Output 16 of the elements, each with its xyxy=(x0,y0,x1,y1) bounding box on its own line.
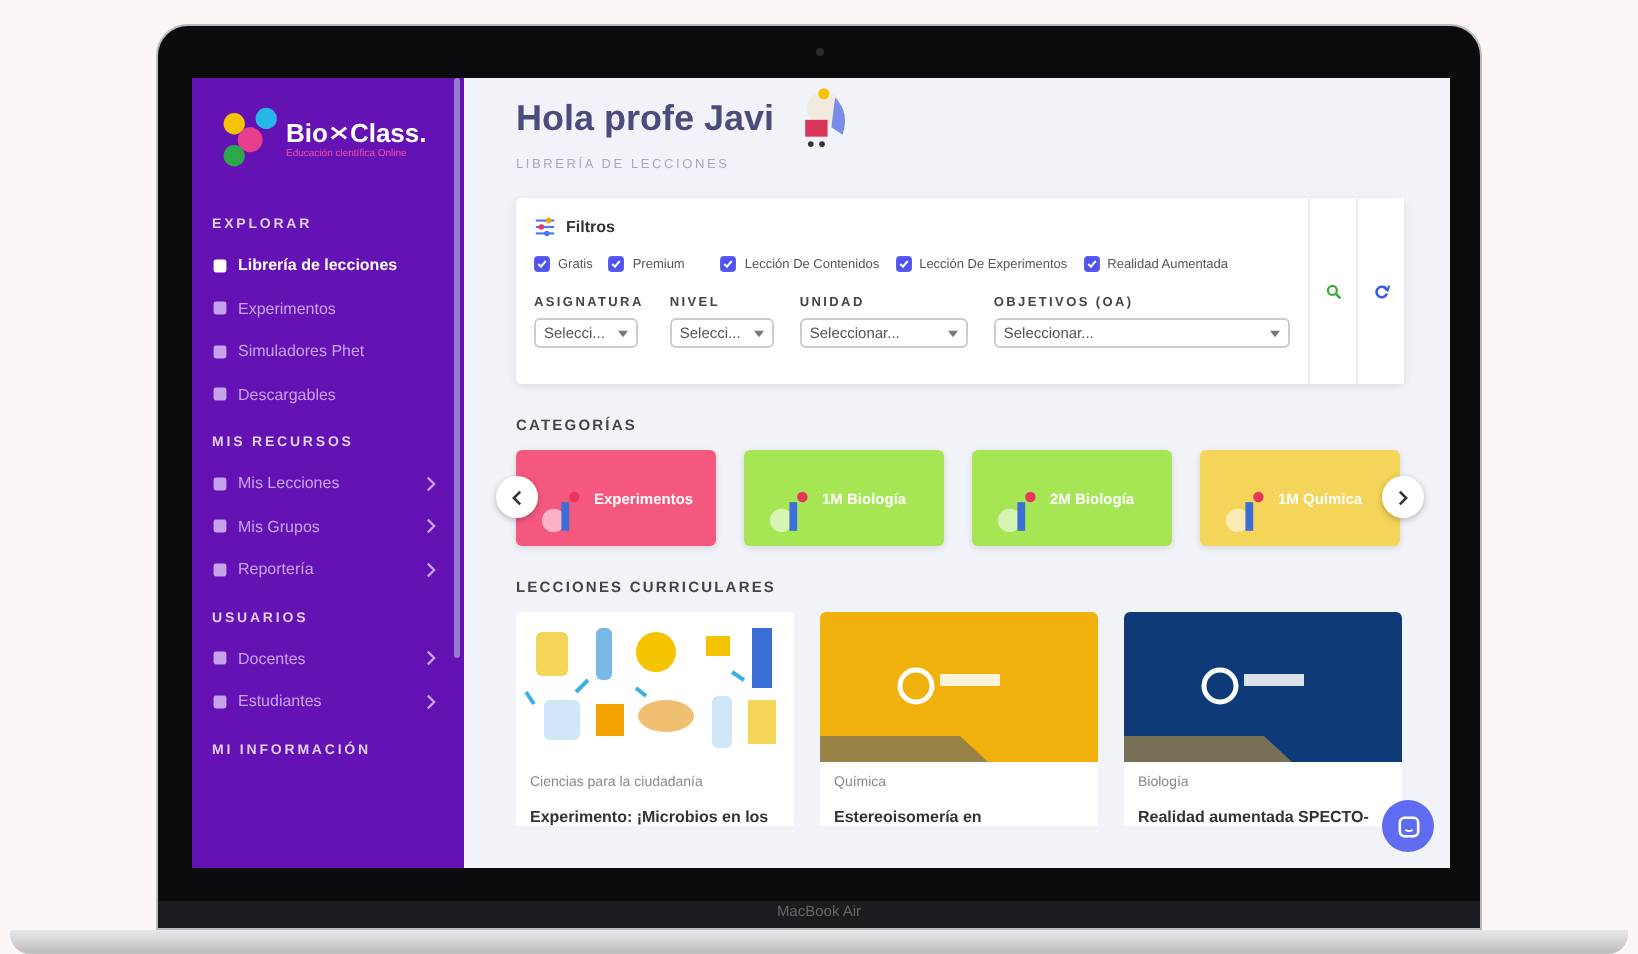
filters-title: Filtros xyxy=(566,218,615,236)
logo-text: Class. xyxy=(349,117,427,147)
nav-item[interactable]: Reportería xyxy=(212,548,464,591)
nav-item[interactable]: Simuladores Phet xyxy=(212,330,464,373)
nav-item[interactable]: Experimentos xyxy=(212,287,464,330)
nav-item[interactable]: Librería de lecciones xyxy=(212,244,464,287)
logo-text: Bio xyxy=(286,117,328,147)
lesson-title: Experimento: ¡Microbios en los xyxy=(530,808,771,826)
nav-item[interactable]: Mis Grupos xyxy=(212,505,464,548)
nav-item[interactable]: Estudiantes xyxy=(212,680,464,723)
lesson-title: Realidad aumentada SPECTO- xyxy=(1138,808,1371,826)
nav-item[interactable]: Docentes xyxy=(212,637,464,680)
greeting-title: Hola profe Javi xyxy=(516,97,775,139)
lesson-title: Estereoisomería en xyxy=(834,808,984,826)
nav-item[interactable]: Descargables xyxy=(212,373,464,416)
nav-item[interactable]: Mis Lecciones xyxy=(212,462,464,505)
